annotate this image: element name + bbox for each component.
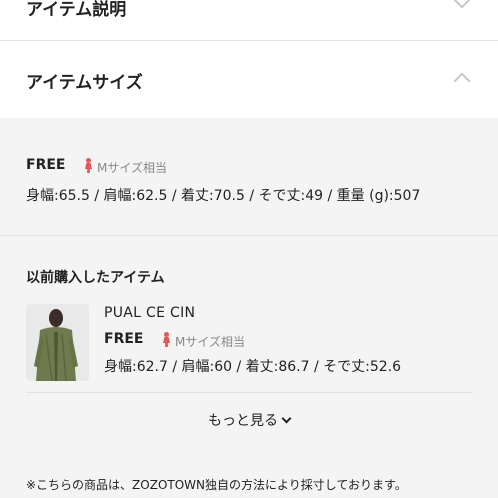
- section-divider: [0, 235, 498, 236]
- size-label: FREE: [26, 157, 66, 173]
- chevron-up-icon: [453, 72, 471, 90]
- chevron-down-icon: [281, 413, 292, 424]
- show-more-button[interactable]: もっと見る: [0, 410, 498, 430]
- product-measurements: 身幅:62.7 / 肩幅:60 / 着丈:86.7 / そで丈:52.6: [104, 359, 402, 375]
- chevron-down-icon: [453, 0, 471, 9]
- size-equivalent: Mサイズ相当: [97, 161, 167, 175]
- product-photo: [26, 304, 89, 381]
- product-size-label: FREE: [104, 331, 144, 347]
- person-icon: [162, 332, 171, 347]
- previous-purchase-heading: 以前購入したアイテム: [26, 270, 165, 286]
- accordion-item-size[interactable]: アイテムサイズ: [0, 41, 498, 118]
- product-thumbnail[interactable]: [26, 304, 89, 381]
- accordion-title-item-description: アイテム説明: [26, 0, 127, 20]
- product-name[interactable]: PUAL CE CIN: [104, 305, 195, 321]
- size-measurements: 身幅:65.5 / 肩幅:62.5 / 着丈:70.5 / そで丈:49 / 重…: [26, 188, 421, 204]
- list-divider: [26, 392, 472, 393]
- accordion-item-description[interactable]: アイテム説明: [0, 0, 498, 41]
- product-size-equivalent: Mサイズ相当: [175, 335, 245, 349]
- measurement-footnote: ※こちらの商品は、ZOZOTOWN独自の方法により採寸しております。: [26, 478, 407, 492]
- accordion-title-item-size: アイテムサイズ: [26, 73, 143, 93]
- person-icon: [84, 158, 93, 173]
- show-more-label: もっと見る: [208, 413, 278, 429]
